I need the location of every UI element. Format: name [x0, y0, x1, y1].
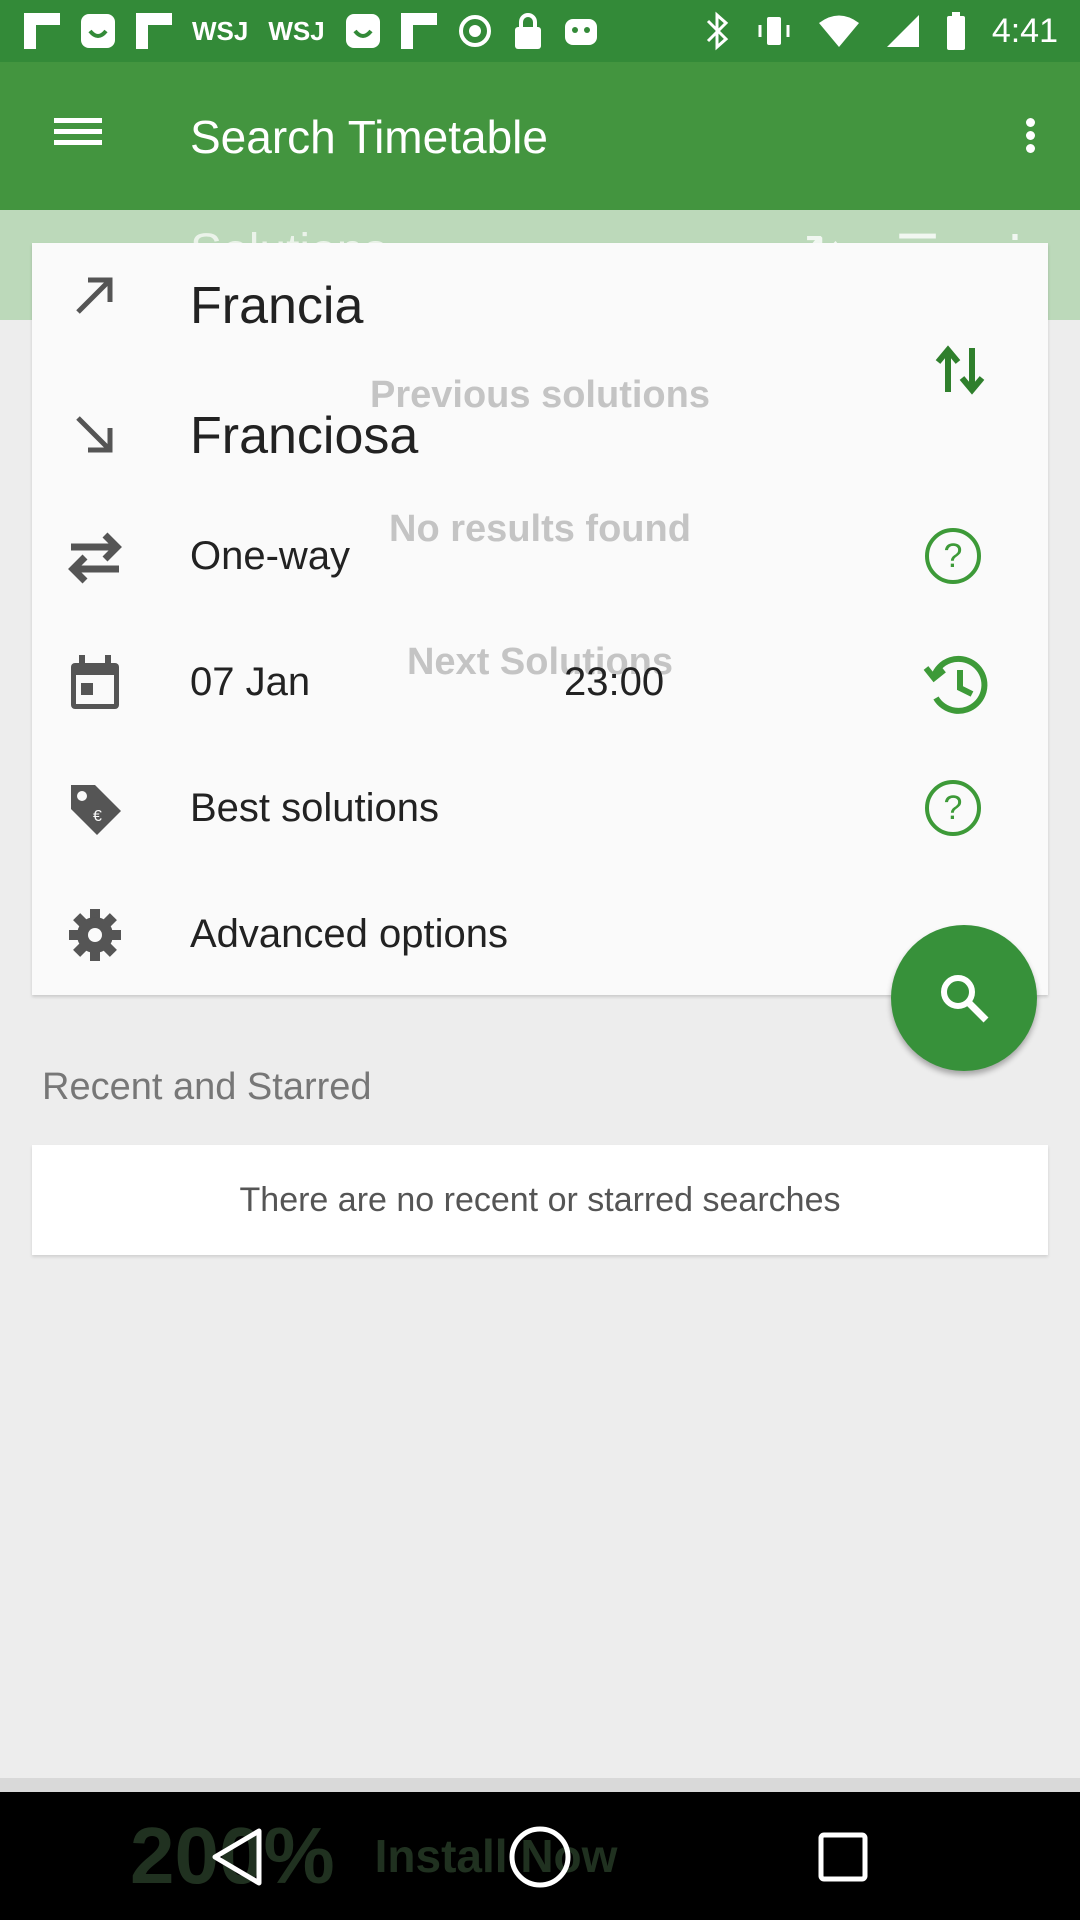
- recent-section-title: Recent and Starred: [42, 1066, 372, 1108]
- back-triangle-icon: [212, 1828, 262, 1886]
- page-title: Search Timetable: [190, 111, 548, 163]
- ad-banner-cta: Install Now: [374, 1830, 618, 1882]
- status-bar: WSJ WSJ 4:41: [0, 0, 1080, 62]
- android-icon: [564, 19, 597, 45]
- gear-icon: [60, 900, 130, 970]
- trip-type-value[interactable]: One-way: [190, 534, 350, 579]
- system-icons: 4:41: [706, 8, 1058, 54]
- more-vert-icon[interactable]: [1020, 114, 1040, 158]
- signal-icon: [886, 15, 919, 47]
- smiley-icon: [81, 14, 115, 48]
- swap-horizontal-icon: [60, 522, 130, 592]
- time-history-button[interactable]: [920, 648, 992, 720]
- circle-icon: [458, 15, 491, 47]
- flipboard-icon: [400, 13, 437, 49]
- notification-icons: WSJ WSJ: [24, 10, 599, 52]
- search-button[interactable]: [891, 925, 1037, 1071]
- nav-recents-button[interactable]: [808, 1822, 878, 1892]
- wsj-icon: WSJ: [192, 15, 249, 46]
- best-solutions-label[interactable]: Best solutions: [190, 786, 439, 831]
- clock-history-icon: [923, 655, 988, 714]
- flipboard-icon: [24, 13, 60, 49]
- svg-text:€: €: [93, 808, 102, 825]
- from-station[interactable]: Francia: [190, 276, 363, 336]
- flipboard-icon: [136, 13, 172, 49]
- battery-icon: [946, 12, 965, 50]
- trip-type-row[interactable]: One-way ?: [0, 502, 1080, 612]
- home-circle-icon: [509, 1826, 571, 1888]
- help-circle-icon: ?: [925, 780, 981, 836]
- app-bar: Search Timetable: [0, 62, 1080, 210]
- help-circle-icon: ?: [925, 528, 981, 584]
- wifi-icon: [818, 15, 859, 47]
- lock-icon: [514, 13, 541, 49]
- price-tag-icon: €: [60, 774, 130, 844]
- bluetooth-icon: [706, 11, 728, 51]
- date-value[interactable]: 07 Jan: [190, 660, 310, 705]
- best-solutions-row[interactable]: € Best solutions ?: [0, 754, 1080, 864]
- smiley-icon: [345, 14, 380, 48]
- clock: 4:41: [991, 11, 1058, 50]
- best-solutions-help-button[interactable]: ?: [925, 780, 985, 840]
- nav-home-button[interactable]: [505, 1822, 575, 1892]
- nav-back-button[interactable]: [202, 1822, 272, 1892]
- wsj-icon: WSJ: [268, 15, 325, 46]
- hamburger-menu-icon[interactable]: [46, 112, 110, 162]
- search-icon: [941, 975, 989, 1023]
- trip-type-help-button[interactable]: ?: [925, 528, 985, 588]
- calendar-icon: [60, 648, 130, 718]
- arrow-up-right-icon: [60, 260, 130, 330]
- recent-empty-message: There are no recent or starred searches: [32, 1145, 1048, 1255]
- time-value[interactable]: 23:00: [564, 660, 664, 705]
- to-station-row[interactable]: Franciosa: [0, 376, 1080, 486]
- arrow-down-right-icon: [60, 400, 130, 470]
- navigation-bar: 200% Install Now: [0, 1792, 1080, 1920]
- advanced-options-label[interactable]: Advanced options: [190, 912, 508, 957]
- vibrate-icon: [758, 17, 790, 45]
- date-time-row[interactable]: 07 Jan 23:00: [0, 628, 1080, 738]
- from-station-row[interactable]: Francia: [0, 250, 1080, 360]
- recents-square-icon: [818, 1832, 868, 1882]
- to-station[interactable]: Franciosa: [190, 406, 418, 466]
